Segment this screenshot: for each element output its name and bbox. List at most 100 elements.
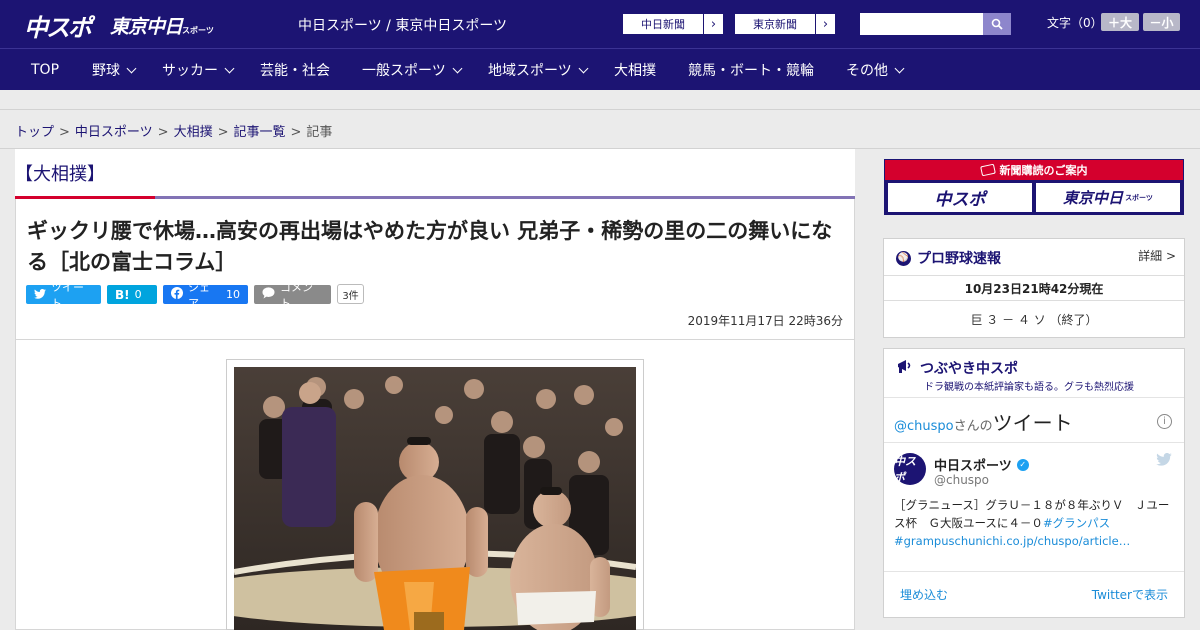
chevron-right-icon: ›: [815, 14, 835, 34]
breadcrumb-sumo[interactable]: 大相撲: [174, 125, 213, 140]
chevron-down-icon: [224, 63, 235, 73]
comment-label: コメント: [280, 280, 313, 310]
nav-racing[interactable]: 競馬・ボート・競輪: [688, 49, 814, 91]
chevron-down-icon: [126, 63, 137, 73]
embed-link[interactable]: 埋め込む: [900, 586, 948, 603]
tweets-by-san: さんの: [953, 419, 993, 434]
tweet-hashtag-link[interactable]: #グランパス: [1043, 516, 1110, 530]
nav-general-sports[interactable]: 一般スポーツ: [362, 49, 463, 91]
subscribe-chuspo-button[interactable]: 中スポ: [888, 183, 1032, 212]
newspaper-icon: [979, 163, 996, 177]
nav-local-sports[interactable]: 地域スポーツ: [488, 49, 589, 91]
article-date: 2019年11月17日 22時36分: [687, 314, 843, 328]
breadcrumb: トップ > 中日スポーツ > 大相撲 > 記事一覧 > 記事: [15, 121, 332, 140]
top-bar: 中スポ 東京中日スポーツ 中日スポーツ / 東京中日スポーツ 中日新聞 › 東京…: [0, 0, 1200, 48]
nav-other[interactable]: その他: [846, 49, 905, 91]
comment-count: 3件: [337, 284, 364, 304]
subscription-banner: 新聞購読のご案内 中スポ 東京中日 スポーツ: [884, 159, 1184, 215]
tokyo-chunichi-logo[interactable]: 東京中日スポーツ: [110, 12, 214, 39]
tweets-by-label: ツイート: [992, 411, 1073, 435]
twitter-bird-icon[interactable]: [1156, 452, 1172, 470]
font-size-label: 文字（0）: [1047, 16, 1103, 30]
author-name-text: 中日スポーツ: [934, 459, 1012, 474]
tokyo-logo-text: 東京中日: [110, 16, 183, 38]
twitter-bird-icon: [34, 288, 46, 302]
chevron-down-icon: [894, 63, 905, 73]
nav-sumo[interactable]: 大相撲: [614, 49, 656, 91]
speech-bubble-icon: [262, 287, 275, 302]
facebook-share-button[interactable]: シェア 10: [163, 281, 248, 310]
breadcrumb-top[interactable]: トップ: [15, 125, 54, 140]
breadcrumb-chuspo[interactable]: 中日スポーツ: [75, 125, 153, 140]
hatena-icon: B!: [115, 287, 130, 302]
breadcrumb-separator: >: [290, 125, 302, 140]
nav-label: 一般スポーツ: [362, 63, 446, 79]
breadcrumb-separator: >: [157, 125, 169, 140]
nav-label: サッカー: [162, 63, 218, 79]
twitter-subtitle: ドラ観戦の本紙評論家も語る。グラも熱烈応援: [924, 382, 1134, 393]
subscription-title-text: 新聞購読のご案内: [999, 164, 1088, 177]
tweet-author-name[interactable]: 中日スポーツ ✓: [934, 455, 1029, 474]
subscribe-tokyo-text: 東京中日: [1063, 189, 1124, 207]
avatar[interactable]: 中スポ: [894, 453, 926, 485]
article-photo[interactable]: [234, 367, 636, 630]
facebook-share-label: シェア: [188, 280, 210, 310]
tweets-by-heading: @chuspoさんのツイート: [894, 407, 1073, 436]
divider: [884, 397, 1184, 398]
comment-button[interactable]: コメント: [254, 281, 331, 310]
hatena-bookmark-button[interactable]: B! 0: [107, 285, 157, 304]
view-on-twitter-link[interactable]: Twitterで表示: [1092, 586, 1168, 603]
nav-baseball[interactable]: 野球: [92, 49, 137, 91]
tokyo-logo-small: スポーツ: [182, 26, 214, 35]
site-names: 中日スポーツ / 東京中日スポーツ: [298, 18, 508, 34]
font-bigger-button[interactable]: ＋大: [1101, 13, 1139, 31]
facebook-count: 10: [226, 288, 240, 301]
baseball-icon: ⚾: [896, 250, 911, 266]
breadcrumb-separator: >: [59, 125, 70, 140]
breadcrumb-separator: >: [217, 125, 229, 140]
baseball-update-time: 10月23日21時42分現在: [964, 282, 1104, 296]
divider: [884, 300, 1184, 301]
font-smaller-button[interactable]: －小: [1143, 13, 1180, 31]
sumo-photo-illustration: [234, 367, 636, 630]
breadcrumb-article-list[interactable]: 記事一覧: [234, 125, 286, 140]
nav-soccer[interactable]: サッカー: [162, 49, 235, 91]
search-input[interactable]: [860, 13, 983, 35]
tokyo-shimbun-link[interactable]: 東京新聞 ›: [734, 13, 836, 35]
megaphone-icon: [896, 357, 914, 379]
game-score[interactable]: 巨 ３ － ４ ソ （終了）: [884, 311, 1184, 328]
nav-label: 競馬・ボート・競輪: [688, 63, 814, 79]
tweets-by-handle[interactable]: @chuspo: [894, 419, 954, 434]
chevron-down-icon: [578, 63, 589, 73]
chuspo-logo[interactable]: 中スポ: [24, 8, 92, 43]
ad-strip: [0, 90, 1200, 110]
breadcrumb-current: 記事: [306, 125, 333, 140]
subscribe-tokyo-button[interactable]: 東京中日 スポーツ: [1036, 183, 1180, 212]
subscription-title: 新聞購読のご案内: [885, 160, 1183, 180]
baseball-detail-link[interactable]: 詳細 >: [1138, 247, 1176, 264]
nav-entertainment[interactable]: 芸能・社会: [260, 49, 330, 91]
nav-label: 地域スポーツ: [488, 63, 572, 79]
tweet-author-handle[interactable]: @chuspo: [934, 473, 989, 487]
twitter-card: つぶやき中スポ ドラ観戦の本紙評論家も語る。グラも熱烈応援 @chuspoさんの…: [883, 348, 1185, 618]
ext-link-label: 東京新聞: [753, 18, 797, 31]
search-button[interactable]: [983, 13, 1011, 35]
chevron-down-icon: [452, 63, 463, 73]
baseball-scores-card: ⚾ プロ野球速報 詳細 > 10月23日21時42分現在 巨 ３ － ４ ソ （…: [883, 238, 1185, 338]
divider: [884, 275, 1184, 276]
tweet-button[interactable]: ツイート: [26, 281, 101, 310]
nav-label: 芸能・社会: [260, 63, 330, 79]
divider: [884, 571, 1184, 572]
nav-label: 大相撲: [614, 63, 656, 79]
nav-label: その他: [846, 63, 888, 79]
nav-top[interactable]: TOP: [31, 49, 59, 91]
main-nav: TOP 野球 サッカー 芸能・社会 一般スポーツ 地域スポーツ 大相撲 競馬・ボ…: [0, 48, 1200, 90]
baseball-title-text: プロ野球速報: [917, 251, 1001, 267]
chunichi-shimbun-link[interactable]: 中日新聞 ›: [622, 13, 724, 35]
search-icon: [991, 18, 1003, 30]
tweet-url-link[interactable]: #grampuschunichi.co.jp/chuspo/article…: [894, 534, 1130, 548]
nav-label: 野球: [92, 63, 120, 79]
info-icon[interactable]: i: [1157, 414, 1172, 429]
tweet-body: ［グラニュース］グラＵ－１８が８年ぶりＶ Ｊユース杯 Ｇ大阪ユースに４－０: [894, 498, 1170, 530]
tweet-text: ［グラニュース］グラＵ－１８が８年ぶりＶ Ｊユース杯 Ｇ大阪ユースに４－０#グラ…: [894, 496, 1179, 550]
